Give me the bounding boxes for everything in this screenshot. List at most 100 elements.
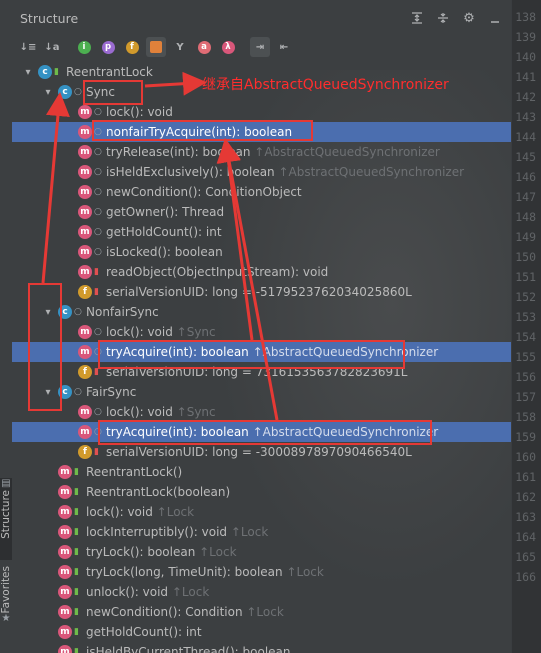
- package-private-icon: ○: [74, 387, 82, 397]
- field-icon: f: [78, 445, 92, 459]
- package-private-icon: ○: [94, 327, 102, 337]
- tree-row[interactable]: m ○ isHeldExclusively(): boolean ↑Abstract…: [12, 162, 511, 182]
- member-signature: tryRelease(int): boolean: [106, 145, 251, 159]
- tree-row[interactable]: m ○ newCondition(): ConditionObject: [12, 182, 511, 202]
- autoscroll-to-source-icon[interactable]: ⇥: [250, 37, 270, 57]
- tree-row[interactable]: m ▮ newCondition(): Condition ↑Lock: [12, 602, 511, 622]
- tree-row[interactable]: m ○ lock(): void: [12, 102, 511, 122]
- inherited-from-label: ↑Sync: [172, 325, 216, 339]
- sort-alpha-icon[interactable]: ↓a: [42, 37, 62, 57]
- favorites-tab[interactable]: Favorites ★: [0, 566, 12, 648]
- structure-tab-label: Structure: [0, 490, 12, 539]
- tree-row[interactable]: ▾ c ○ FairSync: [12, 382, 511, 402]
- tree-row[interactable]: m ▮ tryLock(long, TimeUnit): boolean ↑Lock: [12, 562, 511, 582]
- tree-row-label: serialVersionUID: long = -30008978970904…: [106, 445, 412, 459]
- annotation-box-fair-try-acquire-override: [98, 420, 432, 445]
- member-signature: lock(): void: [106, 105, 173, 119]
- method-icon: m: [58, 565, 72, 579]
- line-number: 166: [515, 570, 536, 584]
- member-signature: newCondition(): Condition: [86, 605, 243, 619]
- line-number: 147: [515, 190, 536, 204]
- show-anonymous-classes-icon[interactable]: a: [194, 37, 214, 57]
- member-signature: newCondition(): ConditionObject: [106, 185, 302, 199]
- member-signature: ReentrantLock(boolean): [86, 485, 231, 499]
- show-anonymous-icon[interactable]: Y: [170, 37, 190, 57]
- line-number: 161: [515, 470, 536, 484]
- method-icon: m: [78, 325, 92, 339]
- tree-row[interactable]: m ○ getOwner(): Thread: [12, 202, 511, 222]
- method-icon: m: [58, 645, 72, 653]
- line-number: 163: [515, 510, 536, 524]
- tree-row-label: isHeldByCurrentThread(): boolean: [86, 645, 291, 653]
- tree-row[interactable]: m ○ isLocked(): boolean: [12, 242, 511, 262]
- inherited-from-label: ↑Lock: [168, 585, 210, 599]
- member-signature: unlock(): void: [86, 585, 169, 599]
- tree-row-label: serialVersionUID: long = -51795237620340…: [106, 285, 412, 299]
- method-icon: m: [78, 205, 92, 219]
- package-private-icon: ○: [94, 407, 102, 417]
- tree-row-label: tryLock(long, TimeUnit): boolean ↑Lock: [86, 565, 324, 579]
- member-signature: lock(): void: [106, 325, 173, 339]
- tree-row[interactable]: m ▮ lock(): void ↑Lock: [12, 502, 511, 522]
- tree-row[interactable]: m ▮ getHoldCount(): int: [12, 622, 511, 642]
- tree-row[interactable]: m ▮ isHeldByCurrentThread(): boolean: [12, 642, 511, 653]
- structure-tab[interactable]: ▤ Structure: [0, 478, 12, 560]
- sort-visibility-icon[interactable]: ↓≡: [18, 37, 38, 57]
- public-icon: ▮: [74, 587, 79, 597]
- method-icon: m: [58, 525, 72, 539]
- method-icon: m: [58, 465, 72, 479]
- tree-row[interactable]: m ▮ readObject(ObjectInputStream): void: [12, 262, 511, 282]
- line-number: 139: [515, 30, 536, 44]
- line-number: 164: [515, 530, 536, 544]
- method-icon: m: [78, 425, 92, 439]
- tree-row-label: ReentrantLock: [66, 65, 153, 79]
- tree-row[interactable]: m ○ tryRelease(int): boolean ↑AbstractQueu…: [12, 142, 511, 162]
- show-properties-icon[interactable]: p: [98, 37, 118, 57]
- tree-row[interactable]: ▾ c ○ NonfairSync: [12, 302, 511, 322]
- line-number: 146: [515, 170, 536, 184]
- gear-icon[interactable]: ⚙: [459, 8, 479, 28]
- tree-row[interactable]: f ▮ serialVersionUID: long = -300089789709…: [12, 442, 511, 462]
- line-number: 138: [515, 10, 536, 24]
- tree-row[interactable]: m ○ getHoldCount(): int: [12, 222, 511, 242]
- show-non-public-icon[interactable]: [146, 37, 166, 57]
- line-number: 155: [515, 350, 536, 364]
- field-icon: f: [78, 285, 92, 299]
- tree-row[interactable]: m ▮ tryLock(): boolean ↑Lock: [12, 542, 511, 562]
- package-private-icon: ○: [94, 187, 102, 197]
- tree-row[interactable]: m ▮ ReentrantLock(boolean): [12, 482, 511, 502]
- tree-row-label: lock(): void: [106, 105, 173, 119]
- tree-row[interactable]: m ▮ unlock(): void ↑Lock: [12, 582, 511, 602]
- tree-row[interactable]: m ○ lock(): void ↑Sync: [12, 402, 511, 422]
- member-signature: isHeldByCurrentThread(): boolean: [86, 645, 291, 653]
- method-icon: m: [58, 605, 72, 619]
- class-icon: c: [38, 65, 52, 79]
- method-icon: m: [78, 225, 92, 239]
- annotation-box-sync: [83, 80, 143, 105]
- show-lambdas-icon[interactable]: λ: [218, 37, 238, 57]
- autoscroll-from-source-icon[interactable]: ⇤: [274, 37, 294, 57]
- structure-tab-icon: ▤: [1, 478, 11, 489]
- tree-row[interactable]: m ○ lock(): void ↑Sync: [12, 322, 511, 342]
- line-number: 140: [515, 50, 536, 64]
- inherited-from-label: ↑AbstractQueuedSynchronizer: [274, 165, 465, 179]
- method-icon: m: [78, 265, 92, 279]
- minimize-icon[interactable]: [485, 8, 505, 28]
- expand-arrow-icon[interactable]: ▾: [42, 87, 54, 98]
- show-inherited-icon[interactable]: i: [74, 37, 94, 57]
- collapse-all-icon[interactable]: [433, 8, 453, 28]
- tree-row-label: newCondition(): Condition ↑Lock: [86, 605, 284, 619]
- annotation-box-nonfair-try-acquire: [92, 120, 313, 141]
- line-number: 148: [515, 210, 536, 224]
- line-number: 154: [515, 330, 536, 344]
- tree-row[interactable]: m ▮ ReentrantLock(): [12, 462, 511, 482]
- package-private-icon: ○: [94, 247, 102, 257]
- tree-row[interactable]: m ▮ lockInterruptibly(): void ↑Lock: [12, 522, 511, 542]
- method-icon: m: [78, 245, 92, 259]
- show-fields-icon[interactable]: f: [122, 37, 142, 57]
- member-signature: serialVersionUID: long = -30008978970904…: [106, 445, 412, 459]
- member-signature: FairSync: [86, 385, 137, 399]
- expand-arrow-icon[interactable]: ▾: [22, 67, 34, 78]
- tree-row[interactable]: f ▮ serialVersionUID: long = -517952376203…: [12, 282, 511, 302]
- expand-all-icon[interactable]: [407, 8, 427, 28]
